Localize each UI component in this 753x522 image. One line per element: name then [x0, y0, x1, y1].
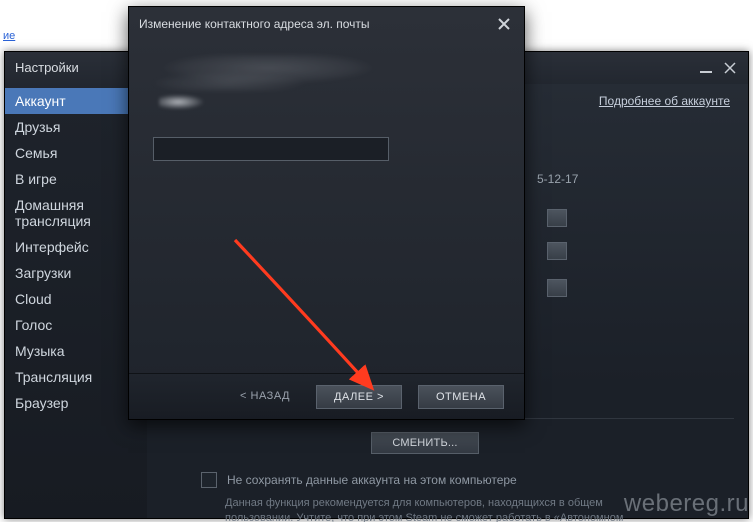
dialog-footer: < НАЗАД ДАЛЕЕ > ОТМЕНА — [129, 373, 524, 419]
sidebar-item-label: Интерфейс — [15, 239, 89, 255]
settings-title: Настройки — [15, 52, 79, 84]
close-window-button[interactable] — [722, 60, 738, 76]
sidebar-item-downloads[interactable]: Загрузки — [5, 260, 147, 286]
back-button[interactable]: < НАЗАД — [230, 385, 300, 409]
sidebar-item-label: Музыка — [15, 343, 65, 359]
minimize-button[interactable] — [698, 60, 714, 76]
close-icon[interactable] — [494, 14, 514, 34]
small-gray-button-2[interactable] — [547, 242, 567, 260]
blurred-input-value — [159, 95, 207, 109]
dont-save-credentials-checkbox[interactable] — [201, 472, 217, 488]
change-button[interactable]: СМЕНИТЬ... — [371, 432, 479, 454]
sidebar-item-browser[interactable]: Браузер — [5, 390, 147, 416]
sidebar-item-label: Домашняя трансляция — [15, 197, 91, 229]
change-email-dialog: Изменение контактного адреса эл. почты <… — [128, 6, 525, 420]
watermark: webereg.ru — [624, 490, 749, 518]
sidebar-item-label: Cloud — [15, 291, 52, 307]
sidebar-item-label: Друзья — [15, 119, 60, 135]
email-input[interactable] — [153, 137, 389, 161]
dont-save-credentials-description: Данная функция рекомендуется для компьют… — [225, 496, 658, 522]
sidebar-item-family[interactable]: Семья — [5, 140, 147, 166]
sidebar-item-label: Семья — [15, 145, 57, 161]
sidebar-item-interface[interactable]: Интерфейс — [5, 234, 147, 260]
small-gray-button-1[interactable] — [547, 209, 567, 227]
sidebar-item-label: Браузер — [15, 395, 68, 411]
sidebar-item-label: В игре — [15, 171, 57, 187]
cancel-button[interactable]: ОТМЕНА — [418, 385, 504, 409]
blurred-instructions — [153, 55, 403, 91]
dialog-body: < НАЗАД ДАЛЕЕ > ОТМЕНА — [129, 41, 524, 419]
more-about-account-link[interactable]: Подробнее об аккаунте — [599, 94, 730, 108]
dialog-title: Изменение контактного адреса эл. почты — [139, 17, 370, 31]
sidebar-item-voice[interactable]: Голос — [5, 312, 147, 338]
sidebar-item-music[interactable]: Музыка — [5, 338, 147, 364]
sidebar-item-label: Аккаунт — [15, 93, 66, 109]
dont-save-credentials-row: Не сохранять данные аккаунта на этом ком… — [201, 472, 517, 488]
sidebar-item-cloud[interactable]: Cloud — [5, 286, 147, 312]
sidebar-item-account[interactable]: Аккаунт — [5, 88, 147, 114]
external-link-fragment[interactable]: ие — [3, 30, 15, 42]
sidebar-item-label: Загрузки — [15, 265, 71, 281]
dialog-titlebar: Изменение контактного адреса эл. почты — [129, 7, 524, 41]
sidebar-item-home-stream[interactable]: Домашняя трансляция — [5, 192, 147, 234]
small-gray-button-3[interactable] — [547, 279, 567, 297]
dont-save-credentials-label: Не сохранять данные аккаунта на этом ком… — [227, 473, 517, 487]
sidebar-item-label: Голос — [15, 317, 52, 333]
settings-sidebar: Аккаунт Друзья Семья В игре Домашняя тра… — [5, 84, 147, 518]
acct-date-label: 5-12-17 — [537, 172, 578, 186]
sidebar-item-in-game[interactable]: В игре — [5, 166, 147, 192]
sidebar-item-label: Трансляция — [15, 369, 92, 385]
next-button[interactable]: ДАЛЕЕ > — [316, 385, 402, 409]
sidebar-item-friends[interactable]: Друзья — [5, 114, 147, 140]
sidebar-item-broadcast[interactable]: Трансляция — [5, 364, 147, 390]
